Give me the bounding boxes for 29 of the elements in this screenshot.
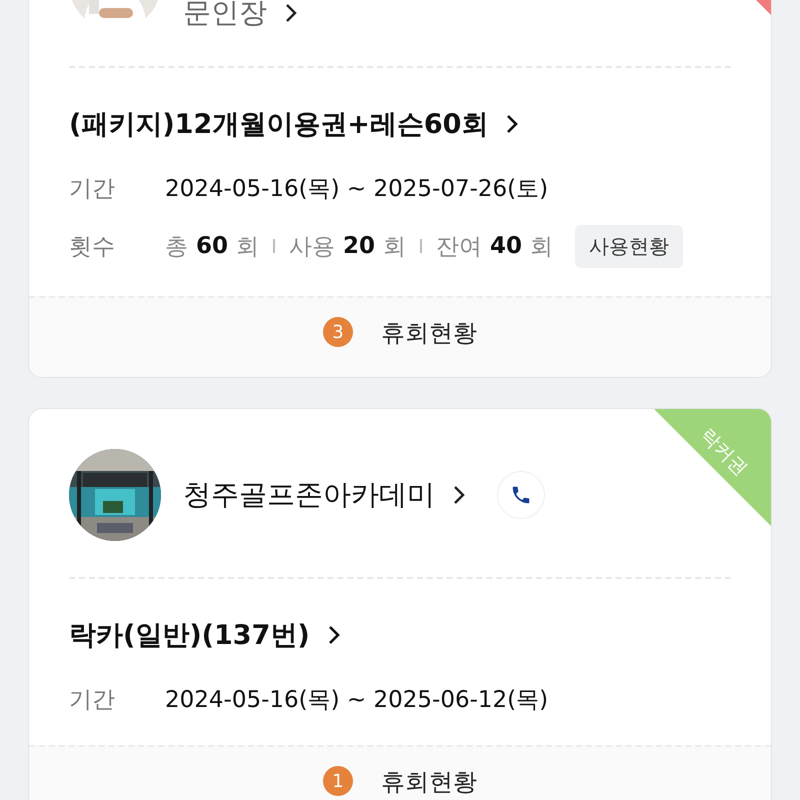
call-button[interactable] [497, 471, 545, 519]
suspension-status-button[interactable]: 3 휴회현황 [29, 296, 771, 377]
academy-name-link[interactable]: 청주골프존아카데미 [183, 476, 465, 514]
period-value: 2024-05-16(목) ~ 2025-06-12(목) [165, 686, 548, 714]
count-value: 20 [343, 233, 376, 259]
period-value: 2024-05-16(목) ~ 2025-07-26(토) [165, 174, 548, 204]
count-label: 잔여 [436, 232, 482, 262]
period-label: 기간 [69, 174, 116, 204]
chevron-right-icon [506, 114, 518, 134]
membership-title-link[interactable]: (패키지)12개월이용권+레슨60회 [69, 106, 731, 142]
count-value: 40 [490, 233, 522, 259]
academy-name-link[interactable]: 문인장 [183, 0, 297, 32]
count-unit: 회 [530, 232, 554, 262]
chevron-right-icon [285, 3, 297, 23]
count-label: 사용 [289, 232, 336, 262]
count-label: 총 [165, 232, 188, 262]
chevron-right-icon [453, 485, 465, 505]
count-label: 횟수 [69, 232, 116, 262]
suspension-status-button[interactable]: 1 휴회현황 [29, 745, 771, 800]
count-badge: 1 [323, 766, 353, 796]
period-label: 기간 [69, 686, 116, 714]
count-unit: 회 [383, 232, 406, 262]
membership-title-link[interactable]: 락카(일반)(137번) [69, 617, 731, 653]
phone-icon [510, 484, 532, 506]
count-value: 60 [196, 233, 228, 259]
chevron-right-icon [328, 625, 340, 645]
count-unit: 회 [236, 232, 260, 262]
usage-status-button[interactable]: 사용현황 [575, 224, 684, 268]
count-badge: 3 [323, 317, 353, 347]
